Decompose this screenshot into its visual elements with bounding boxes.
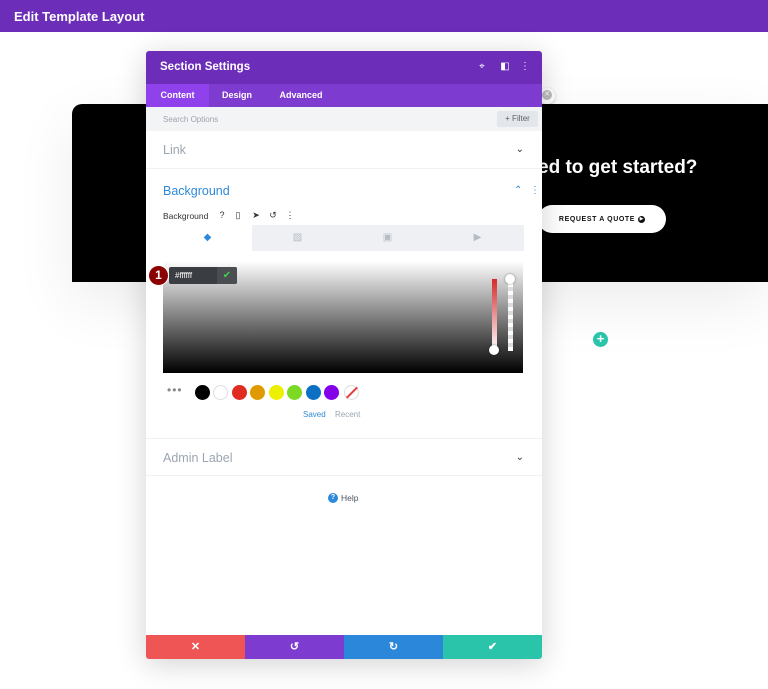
plus-icon[interactable]: + [593,332,608,347]
swatch-orange[interactable] [250,385,265,400]
paint-bucket-icon[interactable]: ◆ [163,225,252,251]
filter-button[interactable]: + Filter [497,111,538,127]
hue-slider-handle[interactable] [489,345,499,355]
opacity-slider[interactable] [508,279,513,351]
focus-icon[interactable]: ⌖ [476,61,488,73]
more-horizontal-icon[interactable]: ••• [167,383,183,397]
link-toggle[interactable]: Link ⌄ [146,131,542,169]
image-icon[interactable]: ▣ [343,225,432,251]
section-settings-modal: Section Settings ⌖ ◧ ⋮ Content Design Ad… [146,51,542,659]
more-vertical-icon[interactable]: ⋮ [284,209,296,221]
modal-footer: ✕ ↺ ↻ ✔ [146,635,542,659]
background-field-label: Background [163,211,209,221]
modal-title: Section Settings [160,61,251,73]
hex-input[interactable]: #ffffff ✔ [169,267,237,284]
request-quote-label: REQUEST A QUOTE [558,215,636,223]
admin-label-label: Admin Label [163,451,233,465]
swatch-blue[interactable] [306,385,321,400]
search-options-bar[interactable]: Search Options + Filter [146,107,542,131]
help-icon: ? [328,493,338,503]
tab-design[interactable]: Design [209,84,265,107]
search-input[interactable]: Search Options [163,115,218,124]
help-label: Help [341,493,359,503]
hex-value[interactable]: #ffffff [175,271,192,280]
save-button[interactable]: ✔ [443,635,542,659]
mobile-icon[interactable]: ▯ [232,209,244,221]
settings-tabs: Content Design Advanced [146,84,542,107]
tab-saved-colors[interactable]: Saved [303,410,326,419]
swatch-yellow[interactable] [269,385,284,400]
split-view-icon[interactable]: ◧ [499,61,511,73]
more-vertical-icon[interactable]: ⋮ [519,61,531,73]
video-icon[interactable]: ▶ [433,225,522,251]
chevron-up-icon[interactable]: ⌃ [514,185,522,196]
page-title: Edit Template Layout [14,9,145,24]
swatch-red[interactable] [232,385,247,400]
reset-icon[interactable]: ↺ [267,209,279,221]
step-badge: 1 [149,266,168,285]
admin-label-toggle[interactable]: Admin Label ⌄ [146,438,542,476]
swatch-black[interactable] [195,385,210,400]
background-toggle-label[interactable]: Background [163,184,230,198]
swatch-purple[interactable] [324,385,339,400]
help-link[interactable]: ? Help [328,493,358,503]
top-bar: Edit Template Layout [0,0,768,32]
tab-content[interactable]: Content [146,84,209,107]
redo-button[interactable]: ↻ [344,635,443,659]
arrow-right-icon: ▶ [638,215,646,223]
cursor-icon[interactable]: ➤ [250,209,262,221]
hue-slider[interactable] [492,279,497,351]
cta-heading: ed to get started? [538,157,698,178]
opacity-slider-handle[interactable] [505,274,515,284]
tab-recent-colors[interactable]: Recent [335,410,360,419]
link-label: Link [163,143,186,157]
help-icon[interactable]: ? [216,209,228,221]
gradient-icon[interactable]: ▨ [253,225,342,251]
tab-advanced[interactable]: Advanced [265,84,337,107]
background-type-tabs: ◆ ▨ ▣ ▶ [163,225,524,251]
modal-header: Section Settings ⌖ ◧ ⋮ [146,51,542,84]
no-color-swatch[interactable] [344,385,359,400]
more-vertical-icon[interactable]: ⋮ [530,185,540,196]
chevron-down-icon[interactable]: ⌄ [516,452,524,463]
chevron-down-icon[interactable]: ⌄ [516,144,524,155]
swatch-white[interactable] [213,385,228,400]
check-icon[interactable]: ✔ [217,267,237,284]
discard-button[interactable]: ✕ [146,635,245,659]
swatch-green[interactable] [287,385,302,400]
request-quote-button[interactable]: REQUEST A QUOTE ▶ [538,205,666,233]
undo-button[interactable]: ↺ [245,635,344,659]
